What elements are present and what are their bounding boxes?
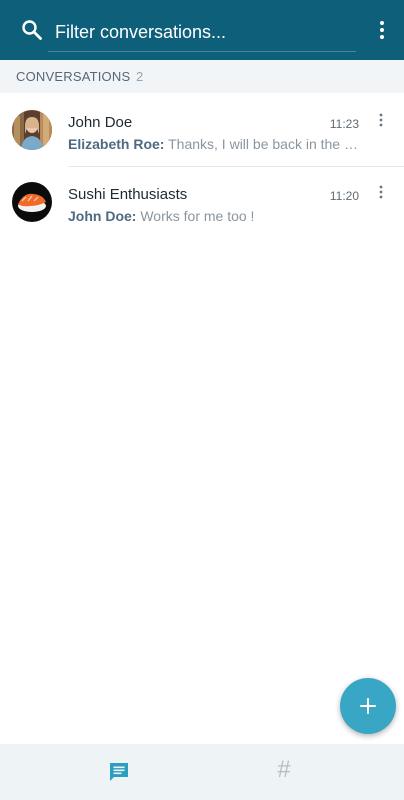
plus-icon (360, 698, 376, 714)
new-conversation-button[interactable] (340, 678, 396, 734)
conversation-name: Sushi Enthusiasts (68, 186, 188, 203)
message-text: Thanks, I will be back in the office (168, 136, 360, 152)
conversation-name: John Doe (68, 114, 133, 131)
app-bar (0, 0, 404, 60)
bottom-navigation: # (0, 744, 404, 800)
message-preview: John Doe: Works for me too ! (68, 208, 360, 224)
message-preview: Elizabeth Roe: Thanks, I will be back in… (68, 136, 360, 152)
conversation-time: 11:20 (329, 189, 359, 203)
message-sender: Elizabeth Roe: (68, 136, 165, 152)
conversation-row[interactable]: Sushi Enthusiasts 11:20 John Doe: Works … (0, 167, 404, 237)
conversation-row[interactable]: John Doe 11:23 Elizabeth Roe: Thanks, I … (0, 95, 404, 165)
chat-bubble-icon[interactable] (107, 760, 131, 784)
conversation-time: 11:23 (329, 117, 359, 131)
hash-icon[interactable]: # (272, 756, 296, 784)
message-sender: John Doe: (68, 208, 137, 224)
more-vertical-icon[interactable] (376, 112, 386, 128)
search-icon[interactable] (21, 19, 43, 41)
more-vertical-icon[interactable] (376, 184, 386, 200)
filter-conversations-input[interactable] (48, 14, 356, 52)
avatar (12, 110, 52, 150)
section-title: CONVERSATIONS (16, 69, 131, 84)
conversations-section-header: CONVERSATIONS 2 (0, 60, 404, 93)
conversation-count: 2 (136, 69, 144, 84)
message-text: Works for me too ! (140, 208, 255, 224)
avatar (12, 182, 52, 222)
more-vertical-icon[interactable] (374, 19, 390, 41)
